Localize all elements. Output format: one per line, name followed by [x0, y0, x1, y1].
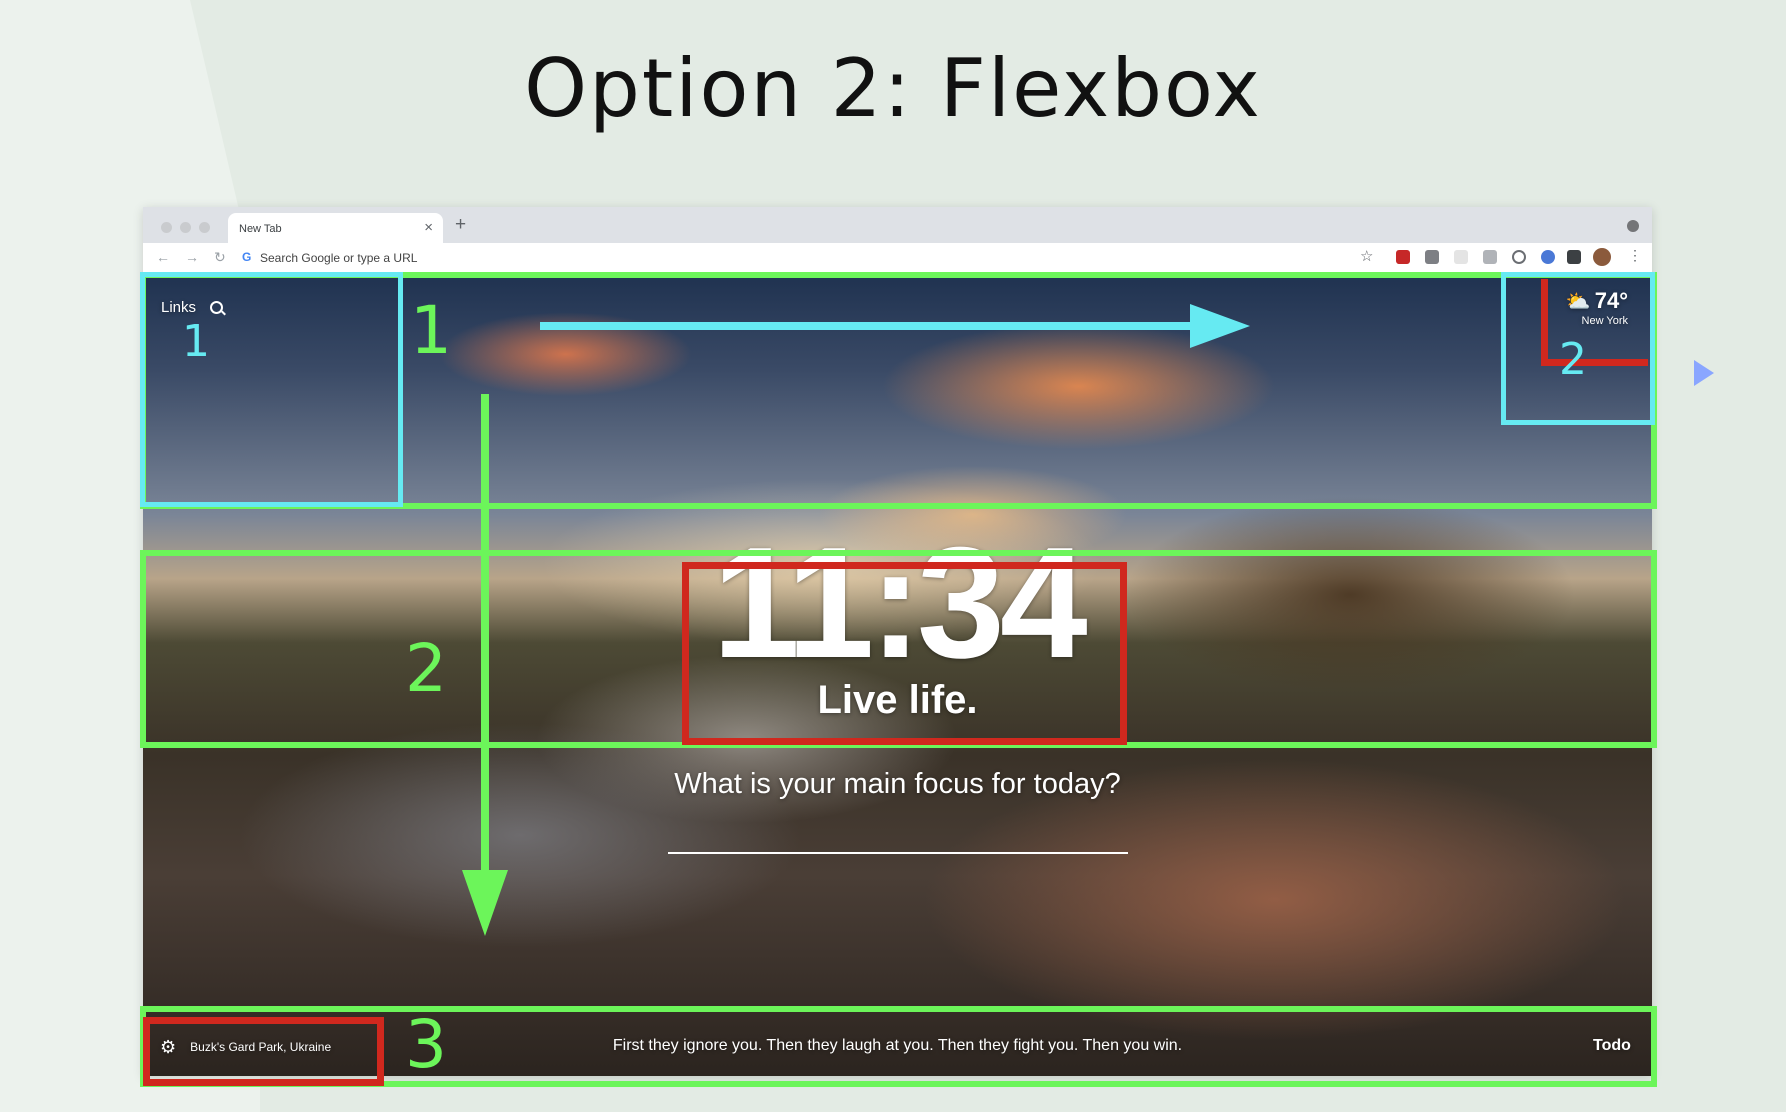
- focus-input[interactable]: [668, 852, 1128, 854]
- shield-extension-icon[interactable]: [1396, 250, 1410, 264]
- links-label: Links: [161, 299, 197, 316]
- window-controls[interactable]: [161, 222, 210, 233]
- close-icon[interactable]: ×: [424, 219, 433, 236]
- slide-title: Option 2: Flexbox: [524, 42, 1262, 135]
- google-icon: G: [242, 250, 252, 264]
- extension-icon[interactable]: [1454, 250, 1468, 264]
- forward-icon[interactable]: →: [185, 249, 199, 265]
- todo-button[interactable]: Todo: [1593, 1037, 1631, 1055]
- next-slide-arrow-icon[interactable]: [1694, 360, 1714, 386]
- green-number-3: 3: [405, 1006, 447, 1083]
- back-icon[interactable]: ←: [156, 249, 170, 265]
- tab-bar: New Tab × +: [143, 207, 1652, 243]
- check-extension-icon[interactable]: [1512, 250, 1526, 264]
- tab-new-tab[interactable]: New Tab ×: [228, 213, 443, 243]
- weather-widget[interactable]: ⛅ 74° New York: [1566, 288, 1628, 327]
- puzzle-icon[interactable]: [1567, 250, 1581, 264]
- browser-toolbar: ← → ↻ G Search Google or type a URL ☆ ⋮: [143, 243, 1652, 274]
- password-extension-icon[interactable]: [1541, 250, 1555, 264]
- search-icon[interactable]: [210, 301, 224, 314]
- address-bar[interactable]: G Search Google or type a URL: [242, 249, 1512, 268]
- weather-city: New York: [1581, 315, 1628, 327]
- temperature: 74°: [1594, 288, 1628, 313]
- address-placeholder: Search Google or type a URL: [260, 251, 418, 265]
- extension-icon[interactable]: [1425, 250, 1439, 264]
- reload-icon[interactable]: ↻: [214, 249, 226, 266]
- green-number-2: 2: [405, 630, 447, 707]
- cyan-number-2: 2: [1559, 334, 1587, 385]
- account-icon[interactable]: [1627, 220, 1639, 232]
- avatar[interactable]: [1593, 248, 1611, 266]
- partly-cloudy-icon: ⛅: [1565, 290, 1591, 313]
- new-tab-button[interactable]: +: [455, 214, 466, 236]
- tab-title: New Tab: [239, 223, 282, 235]
- clock: 11:34: [712, 515, 1087, 691]
- cyan-number-1: 1: [182, 316, 210, 367]
- new-tab-page: Links ⛅ 74° New York 11:34 Live life. Wh…: [143, 274, 1652, 1076]
- extension-icon[interactable]: [1483, 250, 1497, 264]
- focus-prompt: What is your main focus for today?: [674, 768, 1121, 800]
- bookmark-star-icon[interactable]: ☆: [1360, 247, 1373, 265]
- browser-window: New Tab × + ← → ↻ G Search Google or typ…: [143, 207, 1652, 1076]
- menu-icon[interactable]: ⋮: [1628, 247, 1642, 264]
- green-number-1: 1: [410, 292, 452, 369]
- mantra: Live life.: [817, 678, 978, 722]
- quote: First they ignore you. Then they laugh a…: [612, 1037, 1183, 1054]
- links-menu[interactable]: Links: [161, 299, 224, 316]
